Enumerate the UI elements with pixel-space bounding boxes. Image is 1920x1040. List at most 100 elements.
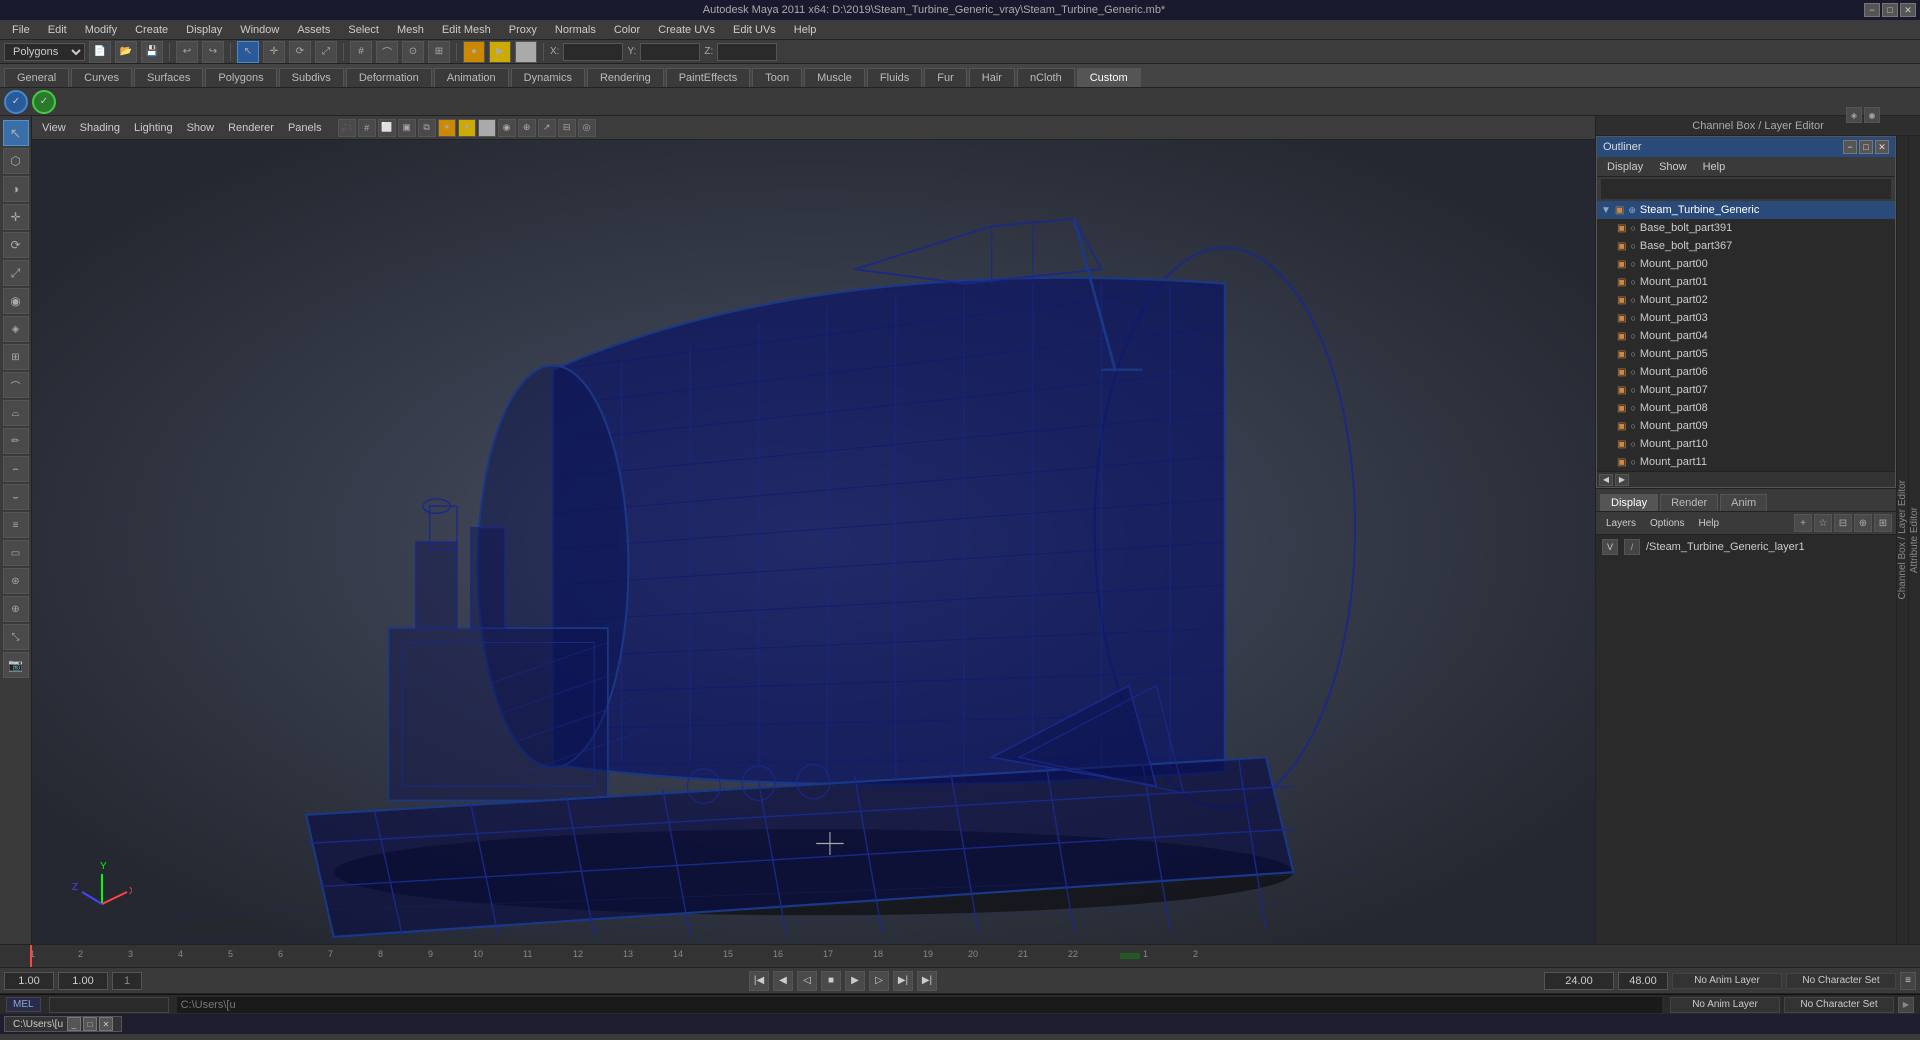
tab-animation[interactable]: Animation: [434, 68, 509, 87]
select-tool-left[interactable]: ↖: [3, 120, 29, 146]
cb-icon-1[interactable]: ◈: [1846, 107, 1862, 123]
vp-menu-panels[interactable]: Panels: [282, 120, 328, 136]
outliner-maximize[interactable]: □: [1859, 140, 1873, 154]
layer-v-0[interactable]: V: [1602, 539, 1618, 555]
tab-painteffects[interactable]: PaintEffects: [666, 68, 751, 87]
menu-modify[interactable]: Modify: [77, 22, 125, 38]
layer-connect[interactable]: ⊞: [1874, 514, 1892, 532]
vp-menu-show[interactable]: Show: [181, 120, 221, 136]
tab-fluids[interactable]: Fluids: [867, 68, 922, 87]
vp-light-2[interactable]: ☀: [458, 119, 476, 137]
universal-manip[interactable]: ◉: [3, 288, 29, 314]
scale-tool-left[interactable]: ⤢: [3, 260, 29, 286]
context-selector[interactable]: Polygons Animation Rendering Dynamics: [4, 43, 85, 61]
z-field[interactable]: [717, 43, 777, 61]
layer-tab-anim[interactable]: Anim: [1720, 494, 1767, 511]
maximize-button[interactable]: □: [1882, 3, 1898, 17]
tab-ncloth[interactable]: nCloth: [1017, 68, 1075, 87]
tab-subdivs[interactable]: Subdivs: [279, 68, 344, 87]
range-start-field[interactable]: [58, 972, 108, 990]
curve-cv[interactable]: ⌒: [3, 372, 29, 398]
rotate-tool-left[interactable]: ⟳: [3, 232, 29, 258]
tree-item-5[interactable]: ▣ ○ Mount_part03: [1597, 309, 1895, 327]
lattice[interactable]: ⊞: [3, 344, 29, 370]
outliner-minimize[interactable]: −: [1843, 140, 1857, 154]
tree-item-3[interactable]: ▣ ○ Mount_part01: [1597, 273, 1895, 291]
menu-create[interactable]: Create: [127, 22, 176, 38]
tree-item-1[interactable]: ▣ ○ Base_bolt_part367: [1597, 237, 1895, 255]
close-button[interactable]: ✕: [1900, 3, 1916, 17]
options-menu[interactable]: Options: [1644, 516, 1690, 531]
tree-item-9[interactable]: ▣ ○ Mount_part07: [1597, 381, 1895, 399]
range-end-field[interactable]: [1618, 972, 1668, 990]
menu-edit-uvs[interactable]: Edit UVs: [725, 22, 784, 38]
open-button[interactable]: 📂: [115, 41, 137, 63]
taskbar-maya[interactable]: C:\Users\[u _ □ ✕: [4, 1016, 122, 1032]
show-manips[interactable]: ⊛: [3, 568, 29, 594]
menu-display[interactable]: Display: [178, 22, 230, 38]
tab-hair[interactable]: Hair: [969, 68, 1015, 87]
minimize-button[interactable]: −: [1864, 3, 1880, 17]
tab-rendering[interactable]: Rendering: [587, 68, 664, 87]
layer-help[interactable]: Help: [1692, 516, 1725, 531]
rotate-tool[interactable]: ⟳: [289, 41, 311, 63]
menu-select[interactable]: Select: [340, 22, 387, 38]
layer-ref[interactable]: ⊕: [1854, 514, 1872, 532]
tab-curves[interactable]: Curves: [71, 68, 132, 87]
vp-light-3[interactable]: ☀: [478, 119, 496, 137]
tab-fur[interactable]: Fur: [924, 68, 967, 87]
tree-item-0[interactable]: ▣ ○ Base_bolt_part391: [1597, 219, 1895, 237]
outliner-menu-show[interactable]: Show: [1653, 159, 1693, 175]
menu-assets[interactable]: Assets: [289, 22, 338, 38]
para-dim[interactable]: ≡: [3, 512, 29, 538]
outliner-scroll-left[interactable]: ◀: [1599, 474, 1613, 486]
snap-point[interactable]: ⊙: [402, 41, 424, 63]
tab-dynamics[interactable]: Dynamics: [511, 68, 585, 87]
menu-create-uvs[interactable]: Create UVs: [650, 22, 723, 38]
tab-general[interactable]: General: [4, 68, 69, 87]
command-line[interactable]: [49, 997, 169, 1013]
vp-icon-1[interactable]: 🎥: [338, 119, 356, 137]
outliner-menu-display[interactable]: Display: [1601, 159, 1649, 175]
tree-item-12[interactable]: ▣ ○ Mount_part10: [1597, 435, 1895, 453]
menu-normals[interactable]: Normals: [547, 22, 604, 38]
vp-icon-5[interactable]: ⧉: [418, 119, 436, 137]
vp-menu-renderer[interactable]: Renderer: [222, 120, 280, 136]
sculpt-tool[interactable]: ◑: [3, 176, 29, 202]
tree-item-11[interactable]: ▣ ○ Mount_part09: [1597, 417, 1895, 435]
stop-button[interactable]: ■: [821, 971, 841, 991]
quick-btn-1[interactable]: ✓: [4, 90, 28, 114]
playback-end-field[interactable]: [1544, 972, 1614, 990]
edit-pivot[interactable]: ⊕: [3, 596, 29, 622]
layer-selected[interactable]: ☆: [1814, 514, 1832, 532]
scale-tool[interactable]: ⤢: [315, 41, 337, 63]
next-frame-button[interactable]: ▶|: [893, 971, 913, 991]
vp-menu-shading[interactable]: Shading: [74, 120, 126, 136]
tab-polygons[interactable]: Polygons: [205, 68, 276, 87]
taskbar-min[interactable]: _: [67, 1017, 81, 1031]
menu-help[interactable]: Help: [786, 22, 825, 38]
move-tool[interactable]: ✛: [263, 41, 285, 63]
outliner-close[interactable]: ✕: [1875, 140, 1889, 154]
char-set-field[interactable]: No Character Set: [1786, 973, 1896, 989]
menu-color[interactable]: Color: [606, 22, 648, 38]
tree-item-2[interactable]: ▣ ○ Mount_part00: [1597, 255, 1895, 273]
move-tool-left[interactable]: ✛: [3, 204, 29, 230]
anim-layer-field[interactable]: No Anim Layer: [1672, 973, 1782, 989]
tree-item-8[interactable]: ▣ ○ Mount_part06: [1597, 363, 1895, 381]
vp-menu-lighting[interactable]: Lighting: [128, 120, 179, 136]
camera-tool[interactable]: 📷: [3, 652, 29, 678]
vp-light-1[interactable]: ☀: [438, 119, 456, 137]
frame-marker[interactable]: [112, 972, 142, 990]
outliner-scroll-right[interactable]: ▶: [1615, 474, 1629, 486]
snap-grid[interactable]: #: [350, 41, 372, 63]
x-field[interactable]: [563, 43, 623, 61]
layers-menu[interactable]: Layers: [1600, 516, 1642, 531]
menu-file[interactable]: File: [4, 22, 38, 38]
tab-deformation[interactable]: Deformation: [346, 68, 432, 87]
three-pt-arc[interactable]: ⌢: [3, 456, 29, 482]
render3-btn[interactable]: ▷: [515, 41, 537, 63]
go-start-button[interactable]: |◀: [749, 971, 769, 991]
tree-item-4[interactable]: ▣ ○ Mount_part02: [1597, 291, 1895, 309]
tree-item-root[interactable]: ▼ ▣ ⊕ Steam_Turbine_Generic: [1597, 201, 1895, 219]
